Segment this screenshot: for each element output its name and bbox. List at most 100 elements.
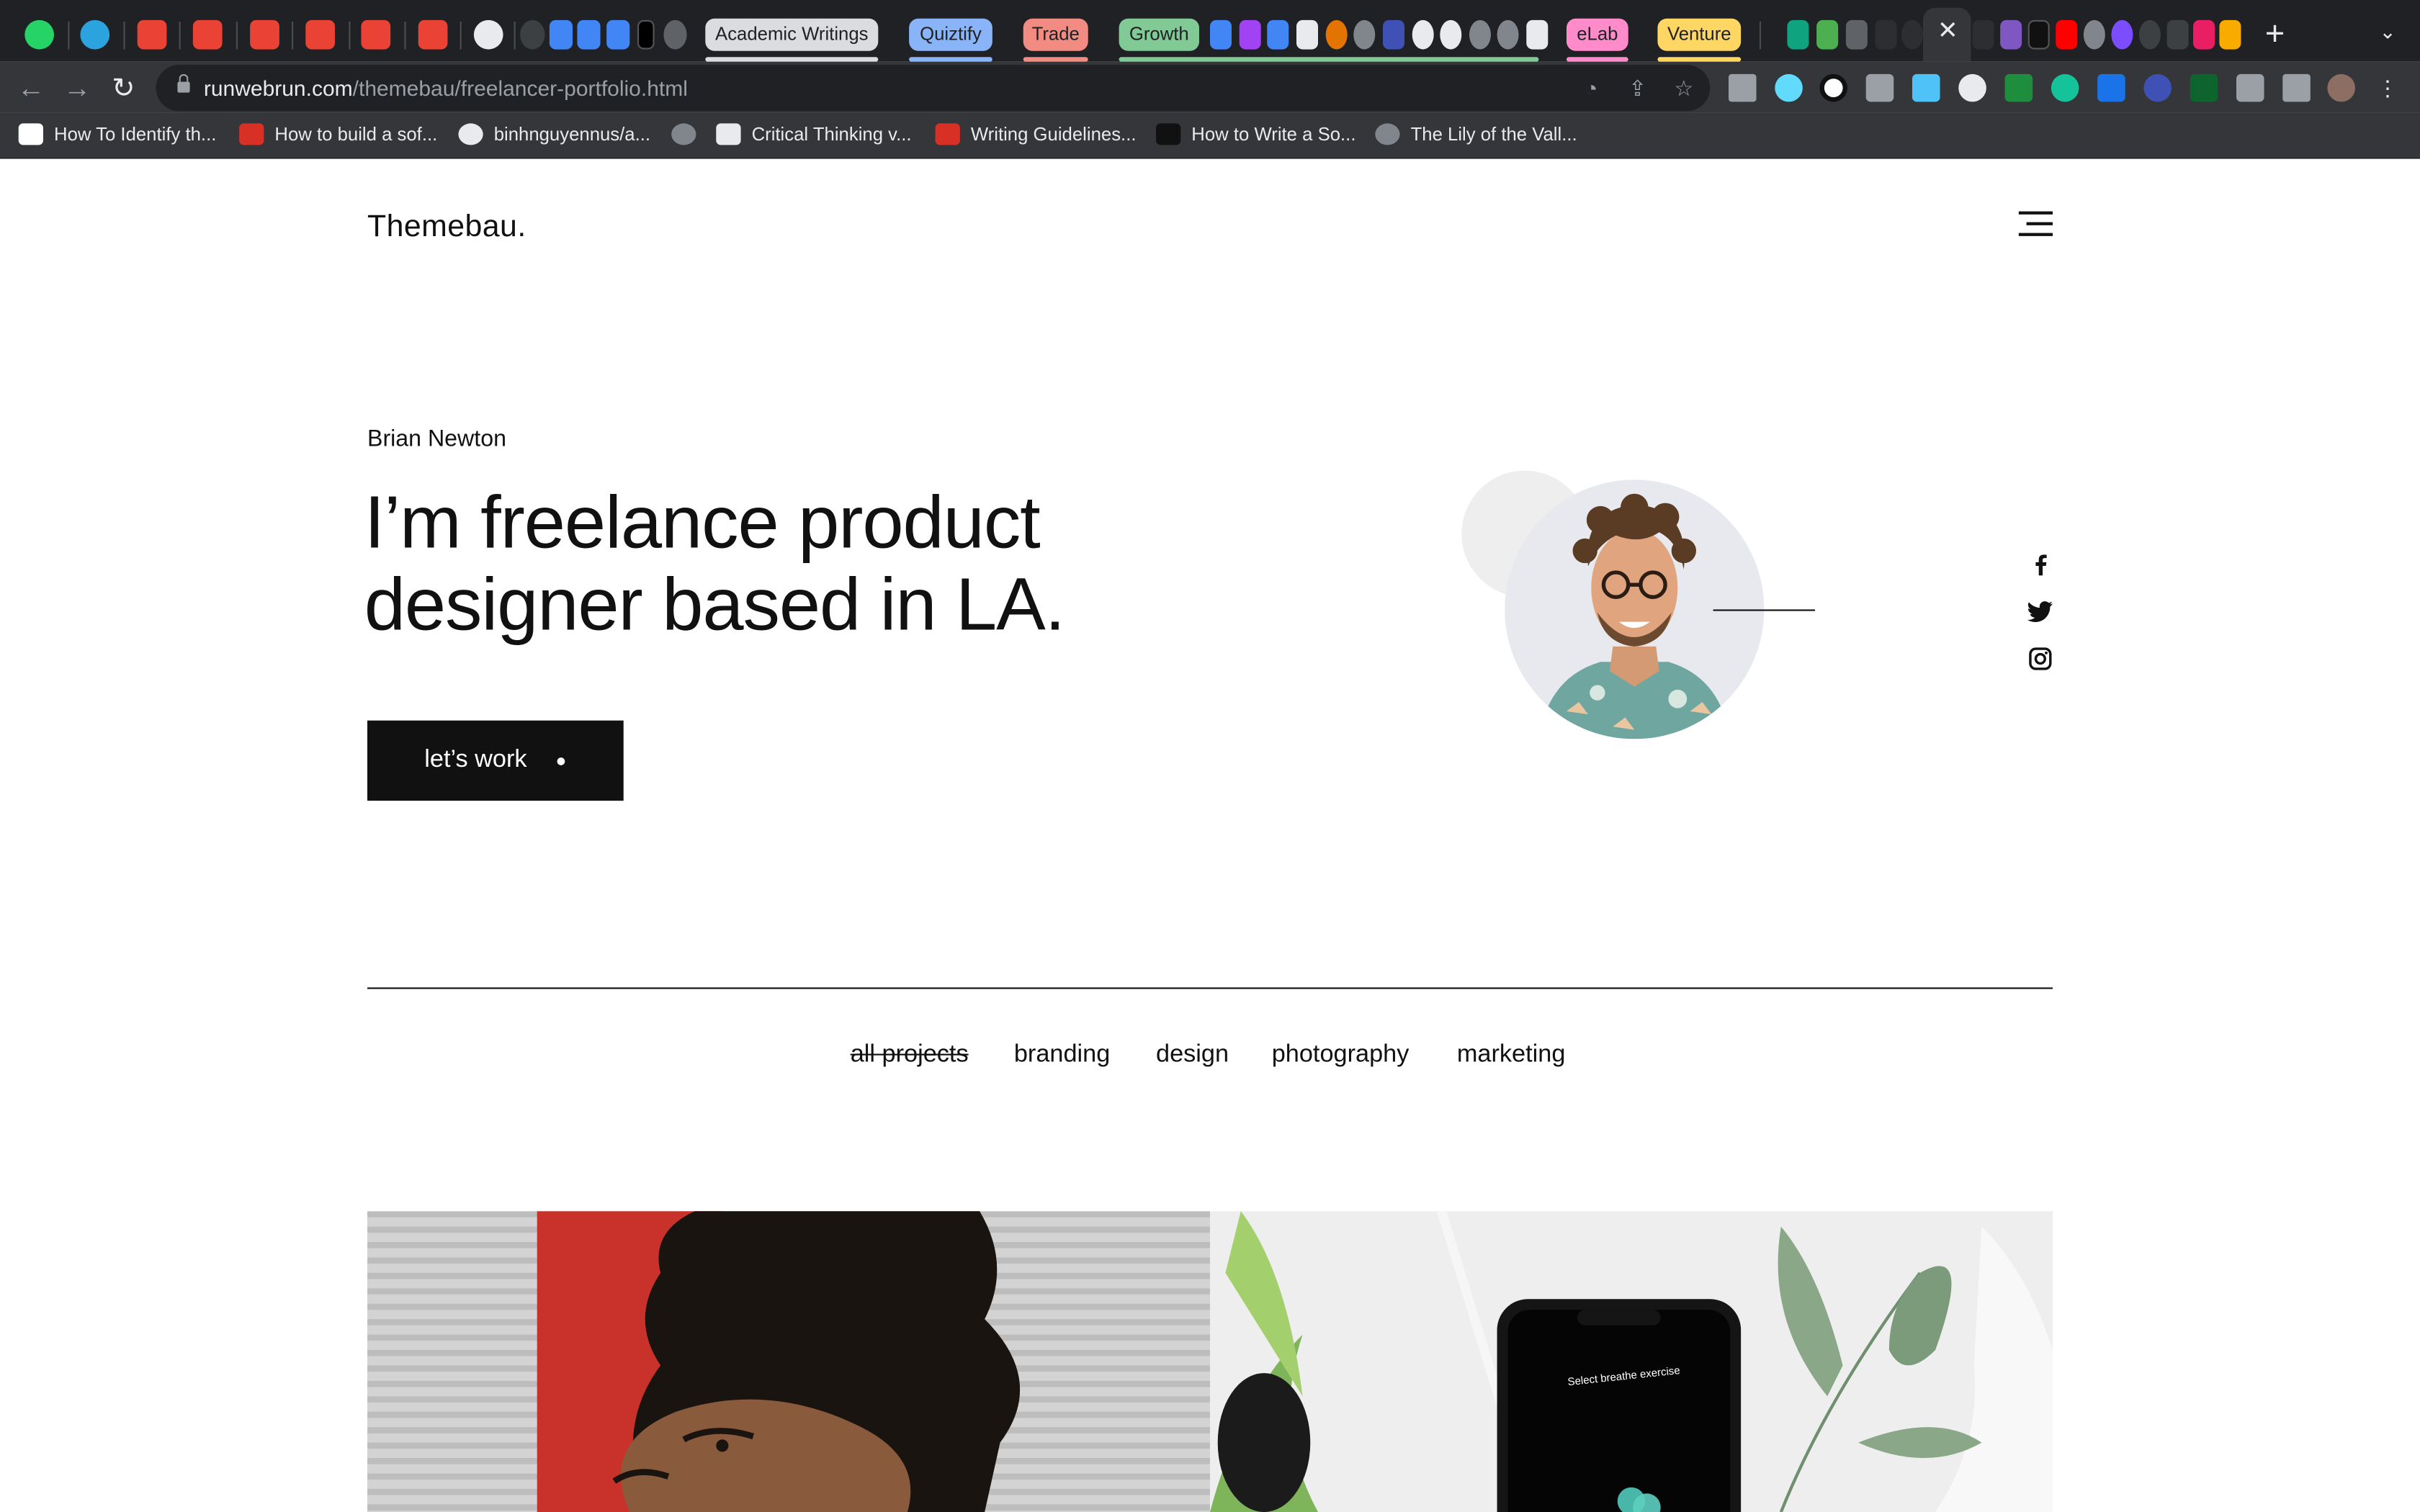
globe-icon[interactable] bbox=[1497, 19, 1519, 50]
tab-icon[interactable] bbox=[1875, 19, 1897, 50]
new-tab-icon[interactable]: + bbox=[2257, 14, 2293, 52]
forms-icon[interactable] bbox=[1239, 19, 1261, 50]
camera-icon[interactable] bbox=[1865, 73, 1894, 102]
docs-icon[interactable] bbox=[549, 19, 573, 50]
mail-icon[interactable] bbox=[1816, 19, 1839, 50]
project-card-portrait[interactable] bbox=[367, 1211, 1210, 1512]
bookmark-item[interactable]: How to Write a So... bbox=[1191, 112, 1355, 156]
globe-icon[interactable] bbox=[2083, 19, 2105, 50]
notion-icon[interactable] bbox=[637, 19, 655, 50]
performance-icon[interactable]: ◔ bbox=[1577, 74, 1605, 102]
circle-icon[interactable] bbox=[1325, 19, 1348, 50]
avatar-accent-line bbox=[1713, 609, 1815, 611]
hamburger-menu-icon[interactable] bbox=[2016, 211, 2053, 240]
github-icon[interactable] bbox=[473, 19, 503, 50]
docs-icon[interactable] bbox=[1210, 19, 1232, 50]
docs-icon[interactable] bbox=[577, 19, 601, 50]
gmail-icon[interactable] bbox=[137, 19, 167, 50]
filter-branding[interactable]: branding bbox=[1014, 1041, 1110, 1069]
bookmark-item[interactable]: binhnguyennus/a... bbox=[494, 112, 650, 156]
bookmark-item[interactable]: How To Identify th... bbox=[54, 112, 216, 156]
share-icon[interactable]: ⇪ bbox=[1623, 74, 1652, 102]
record-icon[interactable] bbox=[2143, 73, 2172, 102]
reload-icon[interactable]: ↻ bbox=[104, 68, 144, 108]
drive-icon[interactable] bbox=[2219, 19, 2241, 50]
globe-icon[interactable] bbox=[671, 123, 696, 145]
filter-marketing[interactable]: marketing bbox=[1457, 1041, 1566, 1069]
back-icon[interactable]: ← bbox=[11, 68, 51, 108]
tab-group-trade[interactable]: Trade bbox=[1023, 18, 1088, 51]
diamond-icon[interactable] bbox=[1296, 19, 1318, 50]
vector-icon[interactable] bbox=[2000, 19, 2022, 50]
gmail-icon[interactable] bbox=[418, 19, 448, 50]
w-icon[interactable] bbox=[1383, 19, 1404, 50]
pocket-icon[interactable] bbox=[2193, 19, 2215, 50]
extension-icon[interactable] bbox=[1819, 73, 1847, 102]
gmail-icon[interactable] bbox=[250, 19, 279, 50]
tab-group-venture[interactable]: Venture bbox=[1657, 18, 1742, 51]
address-bar[interactable]: runwebrun.com/themebau/freelancer-portfo… bbox=[156, 65, 1711, 112]
gmail-icon[interactable] bbox=[192, 19, 223, 50]
lets-work-button[interactable]: let’s work bbox=[367, 720, 624, 801]
vue-icon[interactable] bbox=[2004, 73, 2033, 102]
bookmark-item[interactable]: Writing Guidelines... bbox=[971, 112, 1137, 156]
grammarly-icon[interactable] bbox=[2051, 73, 2079, 102]
bookmark-item[interactable]: Critical Thinking v... bbox=[752, 112, 912, 156]
facebook-icon[interactable] bbox=[2025, 549, 2056, 580]
more-menu-icon[interactable]: ⋮ bbox=[2374, 74, 2402, 102]
smile-icon[interactable] bbox=[1412, 19, 1434, 50]
docs-icon[interactable] bbox=[1267, 19, 1289, 50]
profile-avatar[interactable] bbox=[2327, 73, 2355, 102]
globe-icon[interactable] bbox=[663, 19, 687, 50]
tab-search-icon[interactable]: ⌄ bbox=[2370, 15, 2404, 49]
filter-photography[interactable]: photography bbox=[1272, 1041, 1410, 1069]
tab-group-academic-writings[interactable]: Academic Writings bbox=[705, 18, 879, 51]
sidebar-icon[interactable] bbox=[2282, 73, 2311, 102]
notion-icon[interactable] bbox=[1526, 19, 1549, 50]
site-logo[interactable]: Themebau. bbox=[367, 210, 526, 245]
globe-icon[interactable] bbox=[1901, 19, 1923, 50]
tab-icon[interactable] bbox=[1972, 19, 1994, 50]
translate-icon[interactable] bbox=[1912, 73, 1940, 102]
project-filters: all projects branding design photography… bbox=[0, 1041, 2420, 1075]
tab-group-elab[interactable]: eLab bbox=[1567, 18, 1628, 51]
clock-icon[interactable] bbox=[2139, 19, 2161, 50]
bookmark-item[interactable]: How to build a sof... bbox=[274, 112, 437, 156]
b-icon[interactable] bbox=[1845, 19, 1868, 50]
filter-all-projects[interactable]: all projects bbox=[851, 1041, 969, 1069]
telegram-icon[interactable] bbox=[80, 19, 110, 50]
whatsapp-icon[interactable] bbox=[24, 19, 54, 50]
chatgpt-icon[interactable] bbox=[1787, 19, 1809, 50]
hex-icon[interactable] bbox=[2111, 19, 2133, 50]
extension-icon[interactable] bbox=[1958, 73, 1986, 102]
gear-icon[interactable] bbox=[2190, 73, 2218, 102]
rocket-icon[interactable] bbox=[606, 19, 630, 50]
m-icon bbox=[935, 123, 960, 145]
project-card-phone[interactable]: Select breathe exercise bbox=[1210, 1211, 2053, 1512]
tab-icon[interactable] bbox=[2166, 19, 2189, 50]
bookmark-star-icon[interactable]: ☆ bbox=[1670, 74, 1698, 102]
instagram-icon[interactable] bbox=[2025, 644, 2056, 675]
page-viewport: Themebau. Brian Newton I’m freelance pro… bbox=[0, 158, 2420, 1512]
forward-icon[interactable]: → bbox=[57, 68, 97, 108]
globe-icon[interactable] bbox=[1353, 19, 1376, 50]
filter-design[interactable]: design bbox=[1156, 1041, 1229, 1069]
puzzle-icon[interactable] bbox=[2236, 73, 2264, 102]
smile-icon[interactable] bbox=[1440, 19, 1462, 50]
globe-icon[interactable] bbox=[1469, 19, 1491, 50]
youtube-icon[interactable] bbox=[2056, 19, 2078, 50]
threads-icon[interactable] bbox=[520, 19, 545, 50]
k-extension-icon[interactable] bbox=[2097, 73, 2125, 102]
react-devtools-icon[interactable] bbox=[1775, 73, 1803, 102]
vue-extension-icon[interactable] bbox=[1729, 73, 1757, 102]
tab-group-growth[interactable]: Growth bbox=[1119, 18, 1199, 51]
tab-strip: Academic Writings Quiztify Trade Growth … bbox=[0, 0, 2420, 62]
bookmark-item[interactable]: The Lily of the Vall... bbox=[1411, 112, 1577, 156]
close-tab-icon[interactable]: ✕ bbox=[1931, 15, 1965, 49]
b-icon[interactable] bbox=[2027, 19, 2050, 50]
lets-work-label: let’s work bbox=[424, 747, 527, 773]
twitter-icon[interactable] bbox=[2025, 595, 2056, 626]
tab-group-quiztify[interactable]: Quiztify bbox=[909, 18, 992, 51]
gmail-icon[interactable] bbox=[361, 19, 391, 50]
gmail-icon[interactable] bbox=[305, 19, 335, 50]
